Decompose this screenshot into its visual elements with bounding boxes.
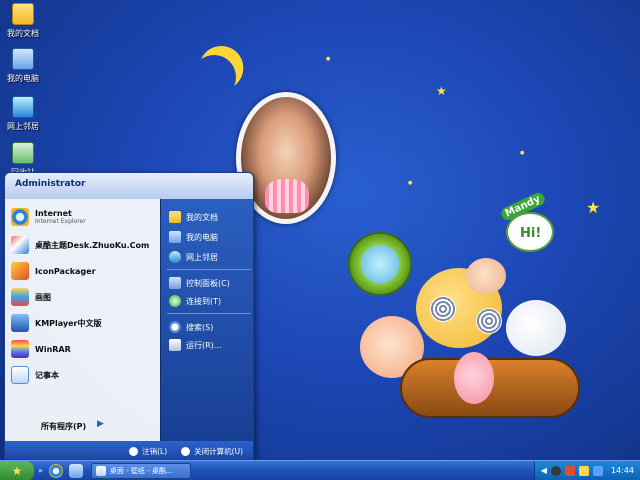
logoff-button[interactable]: 注销(L) <box>129 446 167 457</box>
program-zhuoku-theme[interactable]: 桌酷主题Desk.ZhuoKu.Com <box>11 233 159 257</box>
quicklaunch-chevron-icon[interactable]: » <box>38 466 43 475</box>
wallpaper-telescope <box>348 232 412 296</box>
kmplayer-icon <box>11 314 29 332</box>
run-icon <box>169 339 181 351</box>
recycle-bin-icon <box>12 142 34 164</box>
system-tray: ◀ 14:44 <box>533 460 640 480</box>
window-icon <box>95 465 106 476</box>
logoff-icon <box>129 446 139 456</box>
place-label: 我的文档 <box>186 212 218 222</box>
program-name: 画图 <box>35 292 51 302</box>
start-menu-footer: 注销(L) 关闭计算机(U) <box>5 441 253 459</box>
program-kmplayer[interactable]: KMPlayer中文版 <box>11 311 159 335</box>
bubble-text: Hi! <box>520 226 542 241</box>
place-my-documents[interactable]: 我的文档 <box>169 209 218 225</box>
place-label: 运行(R)... <box>186 340 222 350</box>
place-label: 控制面板(C) <box>186 278 230 288</box>
user-name: Administrator <box>15 179 86 189</box>
program-name: 记事本 <box>35 370 59 380</box>
folder-icon <box>12 3 34 25</box>
all-programs-button[interactable]: 所有程序(P) <box>41 421 86 432</box>
desktop-icon-network[interactable]: 网上邻居 <box>0 96 46 132</box>
place-label: 网上邻居 <box>186 252 218 262</box>
place-label: 搜索(S) <box>186 322 214 332</box>
program-subtitle: Internet Explorer <box>35 218 86 225</box>
place-label: 我的电脑 <box>186 232 218 242</box>
wallpaper-character <box>506 300 566 356</box>
program-name: 桌酷主题Desk.ZhuoKu.Com <box>35 240 150 250</box>
search-icon <box>169 321 181 333</box>
wallpaper-swirl <box>476 308 502 334</box>
paint-icon <box>11 288 29 306</box>
star-decoration: ★ <box>586 198 601 217</box>
theme-icon <box>11 236 29 254</box>
star-decoration: ● <box>326 56 331 62</box>
quicklaunch-internet-explorer-icon[interactable] <box>48 463 63 478</box>
desktop-icon-my-documents[interactable]: 我的文档 <box>0 3 46 39</box>
wallpaper-character <box>454 352 494 404</box>
program-iconpackager[interactable]: IconPackager <box>11 259 159 283</box>
tray-app-icon[interactable] <box>564 465 575 476</box>
desktop-icon-label: 我的电脑 <box>7 74 39 83</box>
notepad-icon <box>11 366 29 384</box>
tray-app-icon[interactable] <box>550 465 561 476</box>
program-name: WinRAR <box>35 344 71 354</box>
documents-icon <box>169 211 181 223</box>
program-notepad[interactable]: 记事本 <box>11 363 159 387</box>
menu-separator <box>167 269 251 270</box>
program-name: Internet <box>35 209 72 218</box>
start-menu-programs: Internet Internet Explorer 桌酷主题Desk.Zhuo… <box>5 199 160 441</box>
place-network[interactable]: 网上邻居 <box>169 249 218 265</box>
winrar-icon <box>11 340 29 358</box>
shutdown-label: 关闭计算机(U) <box>194 446 243 456</box>
star-icon: ★ <box>11 463 23 478</box>
photo-dress <box>265 179 309 213</box>
start-button[interactable]: ★ <box>0 460 34 480</box>
program-name: IconPackager <box>35 266 96 276</box>
tray-expand-icon[interactable]: ◀ <box>541 466 547 475</box>
desktop-icon-my-computer[interactable]: 我的电脑 <box>0 48 46 84</box>
iconpackager-icon <box>11 262 29 280</box>
place-my-computer[interactable]: 我的电脑 <box>169 229 218 245</box>
logoff-label: 注销(L) <box>142 446 168 456</box>
desktop-icon-label: 网上邻居 <box>7 122 39 131</box>
taskbar-window-label: 桌面 - 壁纸 - 桌酷... <box>109 466 173 475</box>
place-label: 连接到(T) <box>186 296 222 306</box>
start-menu: Administrator Internet Internet Explorer… <box>4 172 254 460</box>
clock[interactable]: 14:44 <box>611 466 634 475</box>
place-run[interactable]: 运行(R)... <box>169 337 221 353</box>
program-paint[interactable]: 画图 <box>11 285 159 309</box>
power-icon <box>181 446 191 456</box>
computer-icon <box>169 231 181 243</box>
control-panel-icon <box>169 277 181 289</box>
taskbar: ★ » 桌面 - 壁纸 - 桌酷... ◀ 14:44 <box>0 460 640 480</box>
wallpaper-character <box>466 258 506 294</box>
internet-explorer-icon <box>11 208 29 226</box>
place-control-panel[interactable]: 控制面板(C) <box>169 275 230 291</box>
desktop-icon-label: 我的文档 <box>7 29 39 38</box>
wallpaper-swirl <box>430 296 456 322</box>
tray-app-icon[interactable] <box>592 465 603 476</box>
program-internet-explorer[interactable]: Internet Internet Explorer <box>11 205 159 229</box>
star-decoration: ★ <box>436 84 447 98</box>
shutdown-button[interactable]: 关闭计算机(U) <box>181 446 243 457</box>
taskbar-window-button[interactable]: 桌面 - 壁纸 - 桌酷... <box>90 462 191 479</box>
menu-separator <box>167 313 251 314</box>
network-icon <box>12 96 34 118</box>
tray-app-icon[interactable] <box>578 465 589 476</box>
network-icon <box>169 251 181 263</box>
program-name: KMPlayer中文版 <box>35 318 102 328</box>
moon-decoration <box>186 49 242 105</box>
start-menu-user-header: Administrator <box>5 173 253 199</box>
place-connect-to[interactable]: 连接到(T) <box>169 293 221 309</box>
start-menu-places: 我的文档 我的电脑 网上邻居 控制面板(C) 连接到(T) 搜索(S) 运行(R… <box>160 199 253 441</box>
quicklaunch-show-desktop-icon[interactable] <box>68 463 83 478</box>
connect-icon <box>169 295 181 307</box>
star-decoration: ● <box>408 180 413 186</box>
star-decoration: ● <box>520 150 525 156</box>
program-winrar[interactable]: WinRAR <box>11 337 159 361</box>
arrow-right-icon: ▶ <box>97 419 104 429</box>
computer-icon <box>12 48 34 70</box>
place-search[interactable]: 搜索(S) <box>169 319 213 335</box>
